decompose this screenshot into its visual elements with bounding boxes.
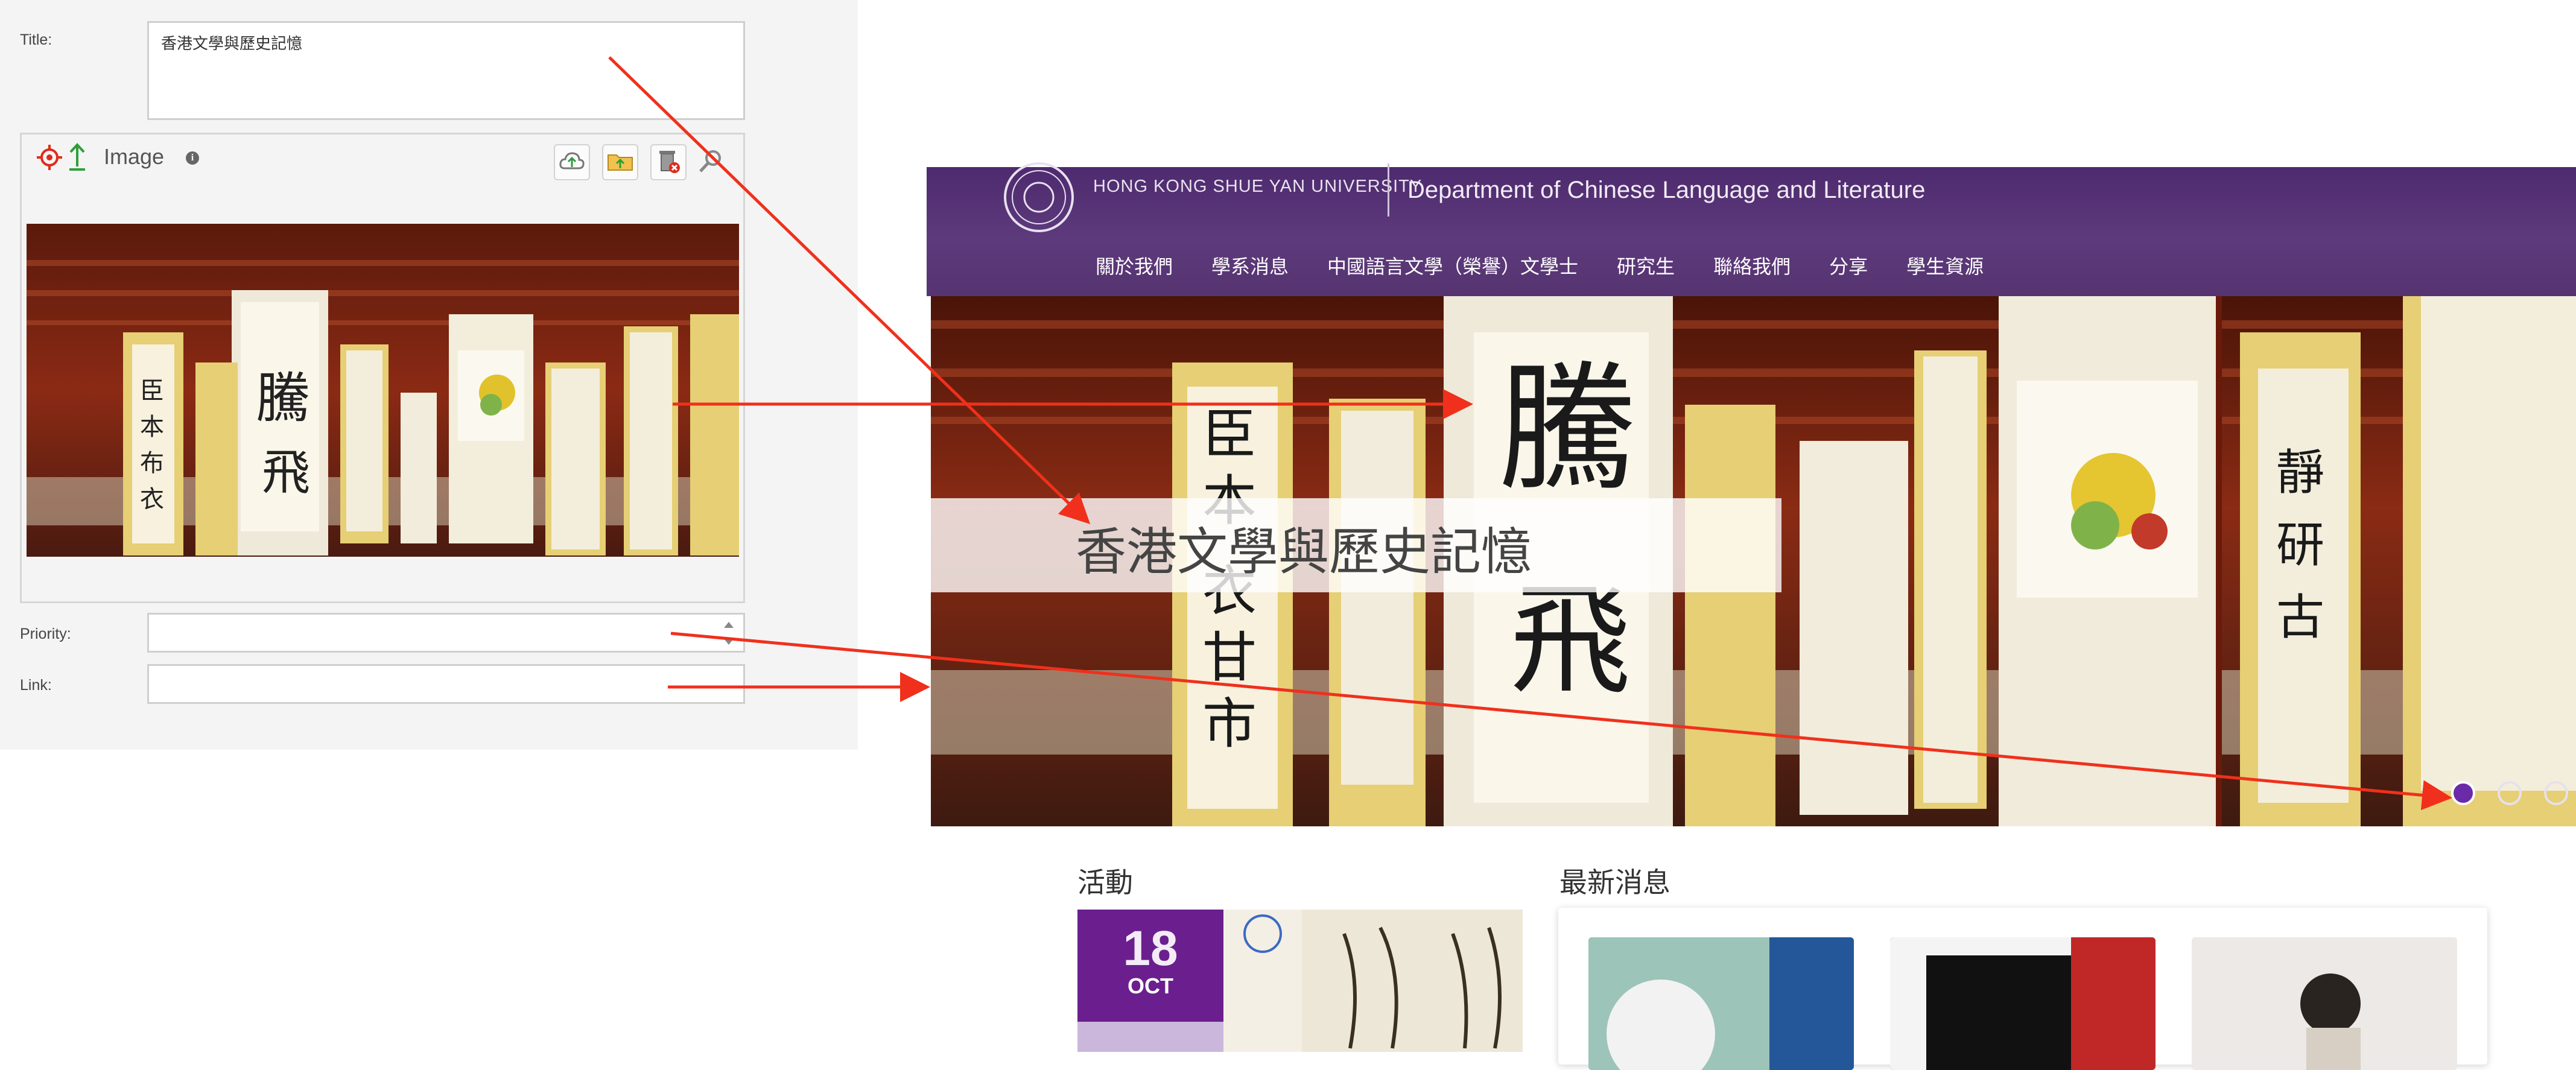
- magnifier-icon: [697, 148, 724, 177]
- nav-student-resources[interactable]: 學生資源: [1906, 252, 1984, 279]
- nav-postgraduate[interactable]: 研究生: [1617, 252, 1675, 279]
- event-card[interactable]: 18 OCT: [1077, 910, 1523, 1052]
- nav-programme[interactable]: 中國語言文學（榮譽）文學士: [1327, 252, 1578, 279]
- delete-button[interactable]: [650, 144, 687, 180]
- carousel-dot-2[interactable]: [2498, 781, 2522, 805]
- info-icon[interactable]: i: [186, 151, 199, 165]
- priority-input[interactable]: [147, 613, 745, 653]
- delete-icon: [656, 148, 680, 177]
- cloud-upload-button[interactable]: [554, 144, 590, 180]
- banner-caption: 香港文學與歷史記憶: [1076, 522, 1532, 581]
- site-header: HONG KONG SHUE YAN UNIVERSITY Department…: [927, 162, 2576, 296]
- nav-news[interactable]: 學系消息: [1211, 252, 1289, 279]
- news-card-1[interactable]: [1588, 937, 1854, 1070]
- news-card-3[interactable]: [2192, 937, 2457, 1070]
- folder-button[interactable]: [602, 144, 638, 180]
- event-day: 18: [1123, 921, 1178, 976]
- svg-text:飛: 飛: [262, 445, 310, 501]
- header-divider: [1388, 163, 1389, 217]
- svg-text:本: 本: [140, 413, 164, 441]
- svg-text:研: 研: [2276, 517, 2324, 573]
- main-nav: 關於我們 學系消息 中國語言文學（榮譽）文學士 研究生 聯絡我們 分享 學生資源: [1096, 252, 2022, 279]
- event-date-next: [1077, 1022, 1223, 1052]
- cms-edit-panel: Title: 香港文學與歷史記憶 Image i 騰 飛 臣 本 布 衣 Pri…: [0, 0, 858, 750]
- svg-text:臣: 臣: [1202, 403, 1257, 466]
- link-label: Link:: [20, 677, 52, 694]
- nav-share[interactable]: 分享: [1829, 252, 1868, 279]
- stepper-icon[interactable]: [722, 617, 736, 650]
- event-month: OCT: [1128, 973, 1173, 998]
- events-heading: 活動: [1077, 866, 1133, 899]
- svg-text:布: 布: [140, 449, 164, 477]
- university-name: HONG KONG SHUE YAN UNIVERSITY: [1093, 177, 1423, 196]
- svg-text:市: 市: [1202, 692, 1257, 756]
- svg-text:靜: 靜: [2276, 445, 2324, 501]
- upload-arrow-icon[interactable]: [65, 141, 89, 172]
- image-label: Image: [104, 144, 165, 169]
- magnifier-button[interactable]: [693, 144, 729, 180]
- svg-text:古: 古: [2276, 589, 2324, 645]
- carousel-dot-3[interactable]: [2544, 781, 2568, 805]
- svg-text:臣: 臣: [140, 377, 164, 405]
- svg-text:騰: 騰: [256, 367, 310, 430]
- image-section-header: Image i: [22, 135, 743, 182]
- event-date: 18 OCT: [1077, 910, 1223, 1022]
- news-heading: 最新消息: [1559, 866, 1670, 899]
- university-logo-icon[interactable]: [1003, 161, 1075, 233]
- priority-label: Priority:: [20, 625, 71, 642]
- svg-text:甘: 甘: [1202, 626, 1257, 689]
- folder-icon: [607, 150, 633, 174]
- target-icon[interactable]: [35, 143, 64, 172]
- link-input[interactable]: [147, 664, 745, 704]
- news-card-2[interactable]: [1890, 937, 2156, 1070]
- news-panel: [1558, 908, 2487, 1070]
- carousel-dot-1[interactable]: [2451, 781, 2475, 805]
- nav-contact[interactable]: 聯絡我們: [1713, 252, 1791, 279]
- title-field[interactable]: 香港文學與歷史記憶: [147, 21, 745, 120]
- nav-about[interactable]: 關於我們: [1096, 252, 1173, 279]
- department-name: Department of Chinese Language and Liter…: [1407, 177, 1926, 203]
- svg-text:衣: 衣: [140, 486, 164, 513]
- hero-banner[interactable]: 騰 飛 臣 本 衣 甘 市 靜 研 古 香港文學與歷史記憶: [931, 296, 2576, 826]
- banner-caption-band: 香港文學與歷史記憶: [931, 498, 1781, 592]
- title-label: Title:: [20, 31, 52, 48]
- cloud-upload-icon: [559, 150, 585, 174]
- svg-text:騰: 騰: [1498, 349, 1637, 510]
- image-preview-thumbnail: 騰 飛 臣 本 布 衣: [27, 224, 739, 557]
